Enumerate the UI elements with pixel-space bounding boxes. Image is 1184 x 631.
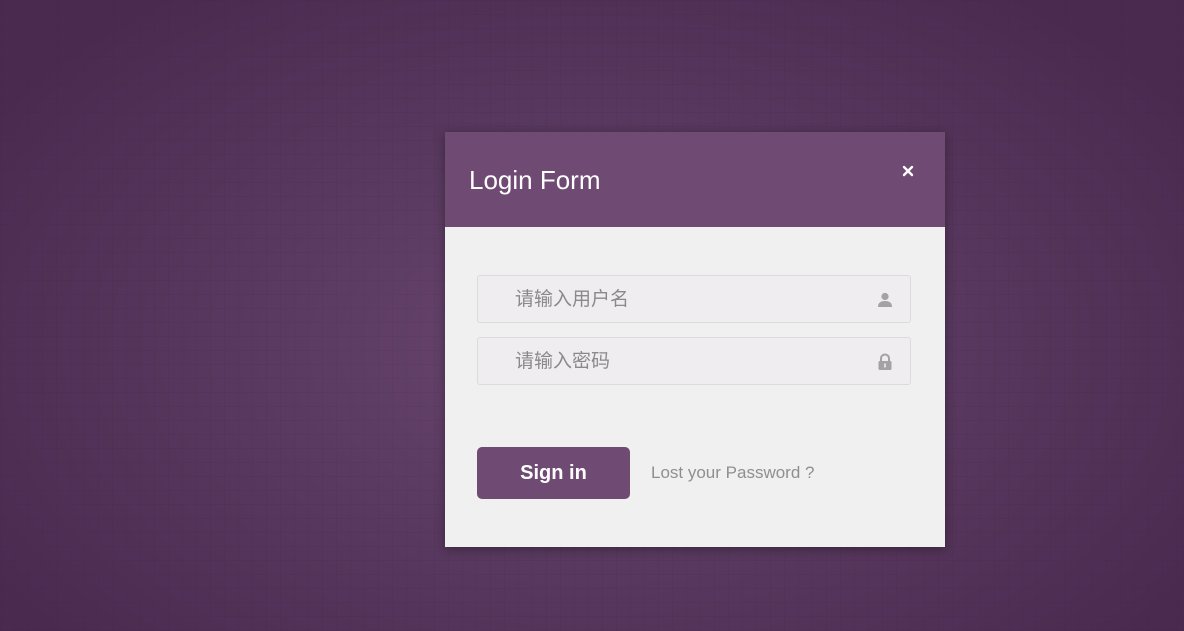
close-button[interactable] — [901, 164, 915, 178]
password-field — [477, 337, 911, 385]
modal-title: Login Form — [469, 165, 601, 195]
signin-button[interactable]: Sign in — [477, 447, 630, 499]
modal-header: Login Form — [445, 132, 945, 227]
user-icon — [878, 292, 892, 307]
lock-icon — [878, 353, 892, 370]
modal-body — [445, 227, 945, 547]
password-input[interactable] — [478, 338, 910, 384]
close-icon — [902, 165, 914, 177]
username-input[interactable] — [478, 276, 910, 322]
lost-password-link[interactable]: Lost your Password ? — [651, 462, 814, 484]
username-field — [477, 275, 911, 323]
login-modal: Login Form Sign in Lost your Password ? — [445, 132, 945, 547]
